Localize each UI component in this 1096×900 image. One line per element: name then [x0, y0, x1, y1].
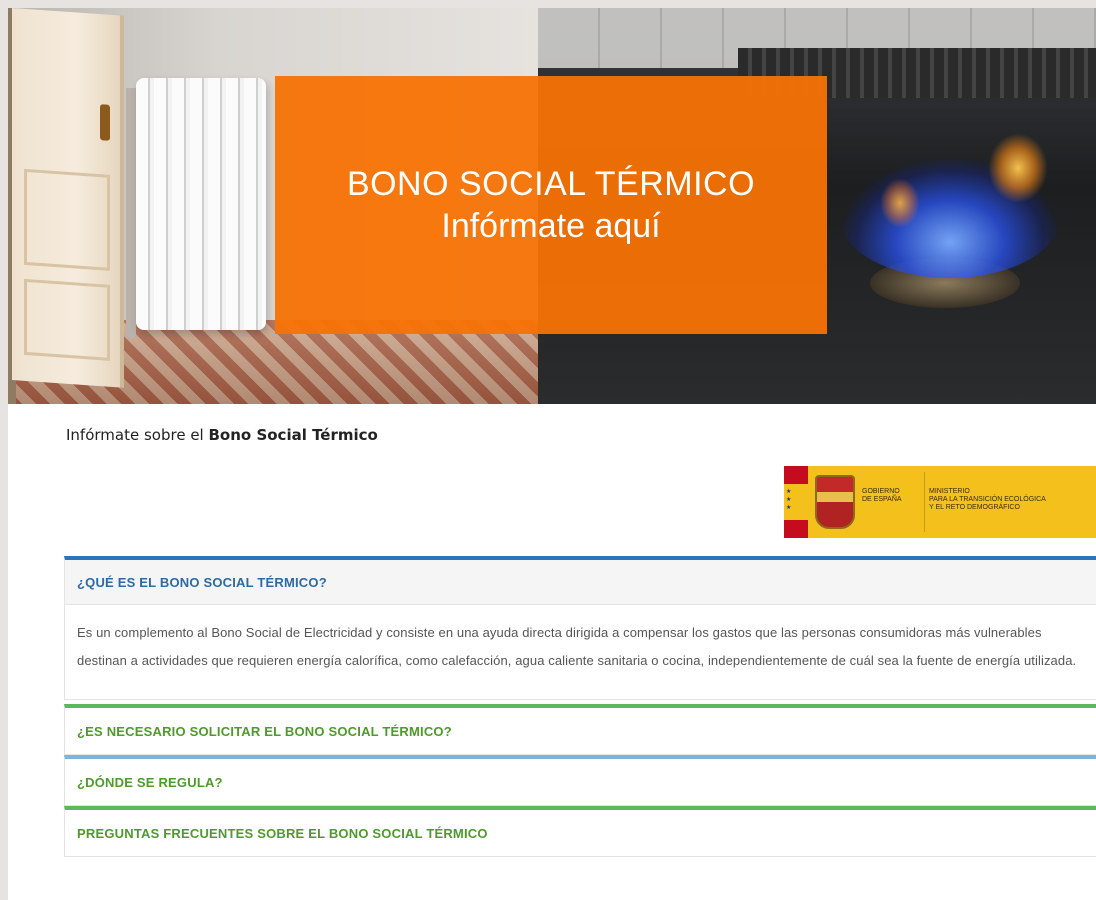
hero-orange-banner[interactable]: BONO SOCIAL TÉRMICO Infórmate aquí: [275, 76, 827, 334]
door-panel: [24, 278, 110, 361]
hero-title: BONO SOCIAL TÉRMICO: [346, 165, 756, 203]
page: BONO SOCIAL TÉRMICO Infórmate aquí Infór…: [8, 8, 1096, 900]
gobierno-label: GOBIERNO DE ESPAÑA: [862, 488, 902, 503]
flame-glow: [880, 178, 920, 228]
door-panel: [24, 168, 110, 271]
accordion-body-que-es: Es un complemento al Bono Social de Elec…: [77, 625, 1077, 668]
faq-accordion: ¿QUÉ ES EL BONO SOCIAL TÉRMICO? Es un co…: [64, 556, 1096, 857]
accordion-item-es-necesario: ¿ES NECESARIO SOLICITAR EL BONO SOCIAL T…: [64, 704, 1096, 755]
intro-prefix: Infórmate sobre el: [66, 426, 209, 444]
accordion-header-es-necesario[interactable]: ¿ES NECESARIO SOLICITAR EL BONO SOCIAL T…: [65, 708, 1096, 754]
intro-text: Infórmate sobre el Bono Social Térmico: [66, 426, 378, 444]
accordion-header-donde-se-regula[interactable]: ¿DÓNDE SE REGULA?: [65, 759, 1096, 805]
hero-banner-image[interactable]: BONO SOCIAL TÉRMICO Infórmate aquí: [8, 8, 1096, 404]
radiator-image: [136, 78, 266, 330]
door-handle: [100, 104, 110, 141]
accordion-item-donde-se-regula: ¿DÓNDE SE REGULA?: [64, 755, 1096, 806]
accordion-item-preguntas-frecuentes: PREGUNTAS FRECUENTES SOBRE EL BONO SOCIA…: [64, 806, 1096, 857]
coat-of-arms-icon: [808, 466, 862, 538]
gobierno-espana-logo[interactable]: ★ ★ ★ GOBIERNO DE ESPAÑA MINISTERIO PARA L…: [784, 466, 1096, 538]
accordion-item-que-es: ¿QUÉ ES EL BONO SOCIAL TÉRMICO? Es un co…: [64, 556, 1096, 700]
flame-glow: [988, 133, 1048, 203]
spain-eu-flag-icon: ★ ★ ★: [784, 466, 808, 538]
intro-bold: Bono Social Térmico: [208, 426, 378, 444]
hero-subtitle: Infórmate aquí: [441, 207, 661, 245]
hero-pipe: [126, 88, 136, 338]
accordion-header-que-es[interactable]: ¿QUÉ ES EL BONO SOCIAL TÉRMICO?: [65, 560, 1096, 605]
accordion-header-preguntas-frecuentes[interactable]: PREGUNTAS FRECUENTES SOBRE EL BONO SOCIA…: [65, 810, 1096, 856]
door-image: [12, 8, 124, 388]
ministerio-label: MINISTERIO PARA LA TRANSICIÓN ECOLÓGICA …: [929, 488, 1046, 511]
logo-divider: [924, 472, 925, 532]
